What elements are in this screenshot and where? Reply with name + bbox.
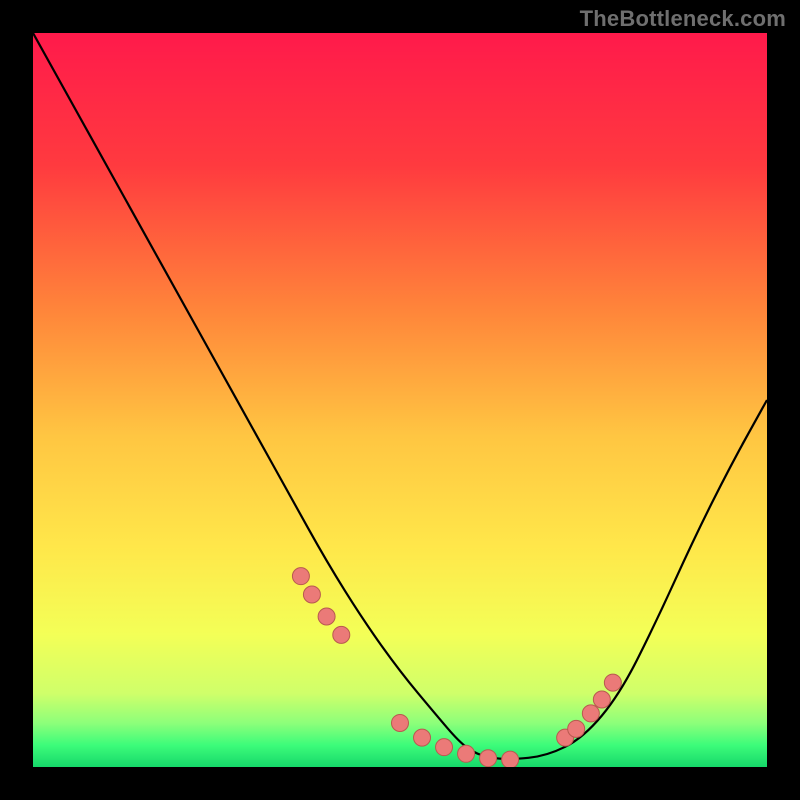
highlight-dot bbox=[333, 626, 350, 643]
highlight-dot bbox=[414, 729, 431, 746]
highlight-dot bbox=[292, 568, 309, 585]
highlight-dot bbox=[318, 608, 335, 625]
highlight-dot bbox=[436, 739, 453, 756]
highlight-dot bbox=[568, 720, 585, 737]
highlight-dot bbox=[593, 691, 610, 708]
highlight-dot bbox=[303, 586, 320, 603]
gradient-background bbox=[33, 33, 767, 767]
highlight-dot bbox=[392, 714, 409, 731]
highlight-dot bbox=[458, 745, 475, 762]
chart-frame: TheBottleneck.com bbox=[0, 0, 800, 800]
highlight-dot bbox=[502, 751, 519, 767]
plot-area bbox=[33, 33, 767, 767]
plot-svg bbox=[33, 33, 767, 767]
highlight-dot bbox=[582, 705, 599, 722]
watermark-text: TheBottleneck.com bbox=[580, 6, 786, 32]
highlight-dot bbox=[604, 674, 621, 691]
highlight-dot bbox=[480, 750, 497, 767]
